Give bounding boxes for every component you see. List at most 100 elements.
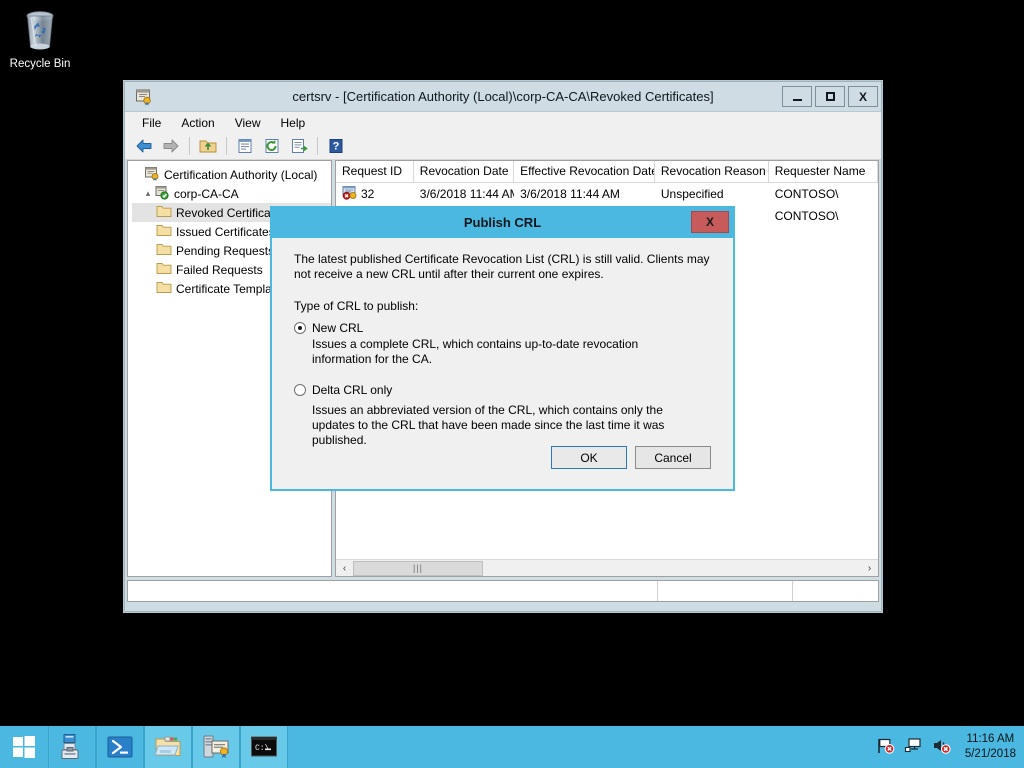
folder-icon [156,280,172,297]
horizontal-scrollbar[interactable]: ‹ ||| › [336,559,878,576]
recycle-bin-icon [0,6,80,56]
table-row[interactable]: 32 3/6/2018 11:44 AM 3/6/2018 11:44 AM U… [336,183,878,205]
close-button[interactable]: X [848,86,878,107]
radio-delta-crl-label: Delta CRL only [312,383,393,397]
desktop-icon-recycle-bin[interactable]: Recycle Bin [0,0,80,71]
menu-bar: File Action View Help [125,111,881,133]
status-bar [127,580,879,602]
dialog-title: Publish CRL [463,215,542,230]
menu-action[interactable]: Action [172,113,223,133]
command-prompt-icon: C:\ [251,736,277,757]
dialog-close-button[interactable]: X [691,211,729,233]
powershell-icon [107,736,133,758]
tree-item-label: Failed Requests [176,262,263,277]
server-manager-icon [61,734,79,759]
volume-icon[interactable] [932,737,951,757]
radio-new-crl-icon[interactable] [294,322,306,334]
menu-view[interactable]: View [226,113,270,133]
clock-time: 11:16 AM [966,733,1015,745]
toolbar-separator [189,137,190,155]
menu-file[interactable]: File [133,113,170,133]
scrollbar-thumb[interactable]: ||| [353,560,483,576]
status-cell-main [128,581,658,601]
radio-option-delta-crl[interactable]: Delta CRL only [294,383,715,397]
status-cell-secondary [658,581,793,601]
menu-help[interactable]: Help [272,113,315,133]
window-controls: X [779,86,878,107]
dialog-body: The latest published Certificate Revocat… [272,238,733,489]
tree-item-label: Pending Requests [176,243,275,258]
taskbar-item-powershell[interactable] [96,726,144,768]
publish-crl-dialog: Publish CRL X The latest published Certi… [270,206,735,491]
cell-effective-revocation-date: 3/6/2018 11:44 AM [520,187,620,201]
column-header-revocation-date[interactable]: Revocation Date [413,161,515,182]
cancel-button[interactable]: Cancel [635,446,711,469]
cell-value: 32 [361,187,375,201]
up-one-level-icon[interactable] [195,134,221,158]
window-titlebar: certsrv - [Certification Authority (Loca… [125,82,881,111]
back-icon[interactable] [131,134,157,158]
certsrv-icon [131,88,157,106]
folder-icon [156,261,172,278]
properties-icon[interactable] [232,134,258,158]
column-header-requester-name[interactable]: Requester Name [768,161,878,182]
network-icon[interactable] [904,737,923,757]
scroll-left-button[interactable]: ‹ [336,561,353,576]
refresh-icon[interactable] [259,134,285,158]
clock-date: 5/21/2018 [964,748,1016,760]
file-explorer-icon [154,736,181,756]
tree-item-corp-ca-ca[interactable]: ▴ corp-CA-CA [132,184,331,203]
desktop-icon-label: Recycle Bin [9,58,71,70]
taskbar-item-command-prompt[interactable]: C:\ [240,726,288,768]
desktop-icon-area: Recycle Bin [0,0,120,71]
maximize-button[interactable] [815,86,845,107]
system-tray: 11:16 AM 5/21/2018 [876,726,1024,768]
status-cell-tertiary [793,581,878,601]
tree-item-label: Issued Certificates [176,224,275,239]
minimize-button[interactable] [782,86,812,107]
taskbar-item-server-manager[interactable] [48,726,96,768]
ca-server-icon [154,185,170,203]
ok-button[interactable]: OK [551,446,627,469]
column-header-request-id[interactable]: Request ID [336,161,414,182]
scrollbar-track[interactable]: ||| [353,560,861,576]
cell-requester-name: CONTOSO\ [774,187,839,201]
toolbar-separator [226,137,227,155]
certsrv-icon [203,735,229,758]
folder-icon [156,223,172,240]
tree-expander-corp-ca[interactable]: ▴ [142,188,154,199]
toolbar: ? [125,133,881,160]
tree-item-label: corp-CA-CA [174,186,239,201]
radio-new-crl-description: Issues a complete CRL, which contains up… [312,337,639,366]
dialog-titlebar: Publish CRL X [272,208,733,238]
tree-item-label: Certification Authority (Local) [164,167,318,182]
desktop-screen: Recycle Bin certsrv - [Certification Aut… [0,0,1024,768]
cell-requester-name: CONTOSO\ [774,209,839,223]
help-icon[interactable]: ? [323,134,349,158]
column-header-revocation-reason[interactable]: Revocation Reason [654,161,769,182]
radio-option-new-crl[interactable]: New CRL [294,321,715,335]
radio-new-crl-label: New CRL [312,321,364,335]
action-center-flag-icon[interactable] [876,737,895,757]
column-header-effective-revocation-date[interactable]: Effective Revocation Date [514,161,655,182]
ca-root-icon [144,166,160,184]
tree-item-certification-authority-local[interactable]: Certification Authority (Local) [132,165,331,184]
list-column-headers: Request ID Revocation Date Effective Rev… [336,161,878,183]
window-title: certsrv - [Certification Authority (Loca… [292,89,714,104]
cell-revocation-reason: Unspecified [660,187,724,201]
taskbar-item-file-explorer[interactable] [144,726,192,768]
svg-text:?: ? [333,141,340,153]
scroll-right-button[interactable]: › [861,561,878,576]
export-list-icon[interactable] [286,134,312,158]
forward-icon[interactable] [158,134,184,158]
tray-icon-group [876,737,951,757]
dialog-buttons: OK Cancel [551,446,711,469]
taskbar-item-certsrv[interactable] [192,726,240,768]
start-button[interactable] [0,726,48,768]
radio-delta-crl-icon[interactable] [294,384,306,396]
folder-icon [156,242,172,259]
crl-type-label: Type of CRL to publish: [294,299,419,313]
taskbar-clock[interactable]: 11:16 AM 5/21/2018 [959,732,1016,762]
revoked-certificate-icon [342,185,358,203]
taskbar: C:\ 11:16 AM 5/21/2018 [0,726,1024,768]
